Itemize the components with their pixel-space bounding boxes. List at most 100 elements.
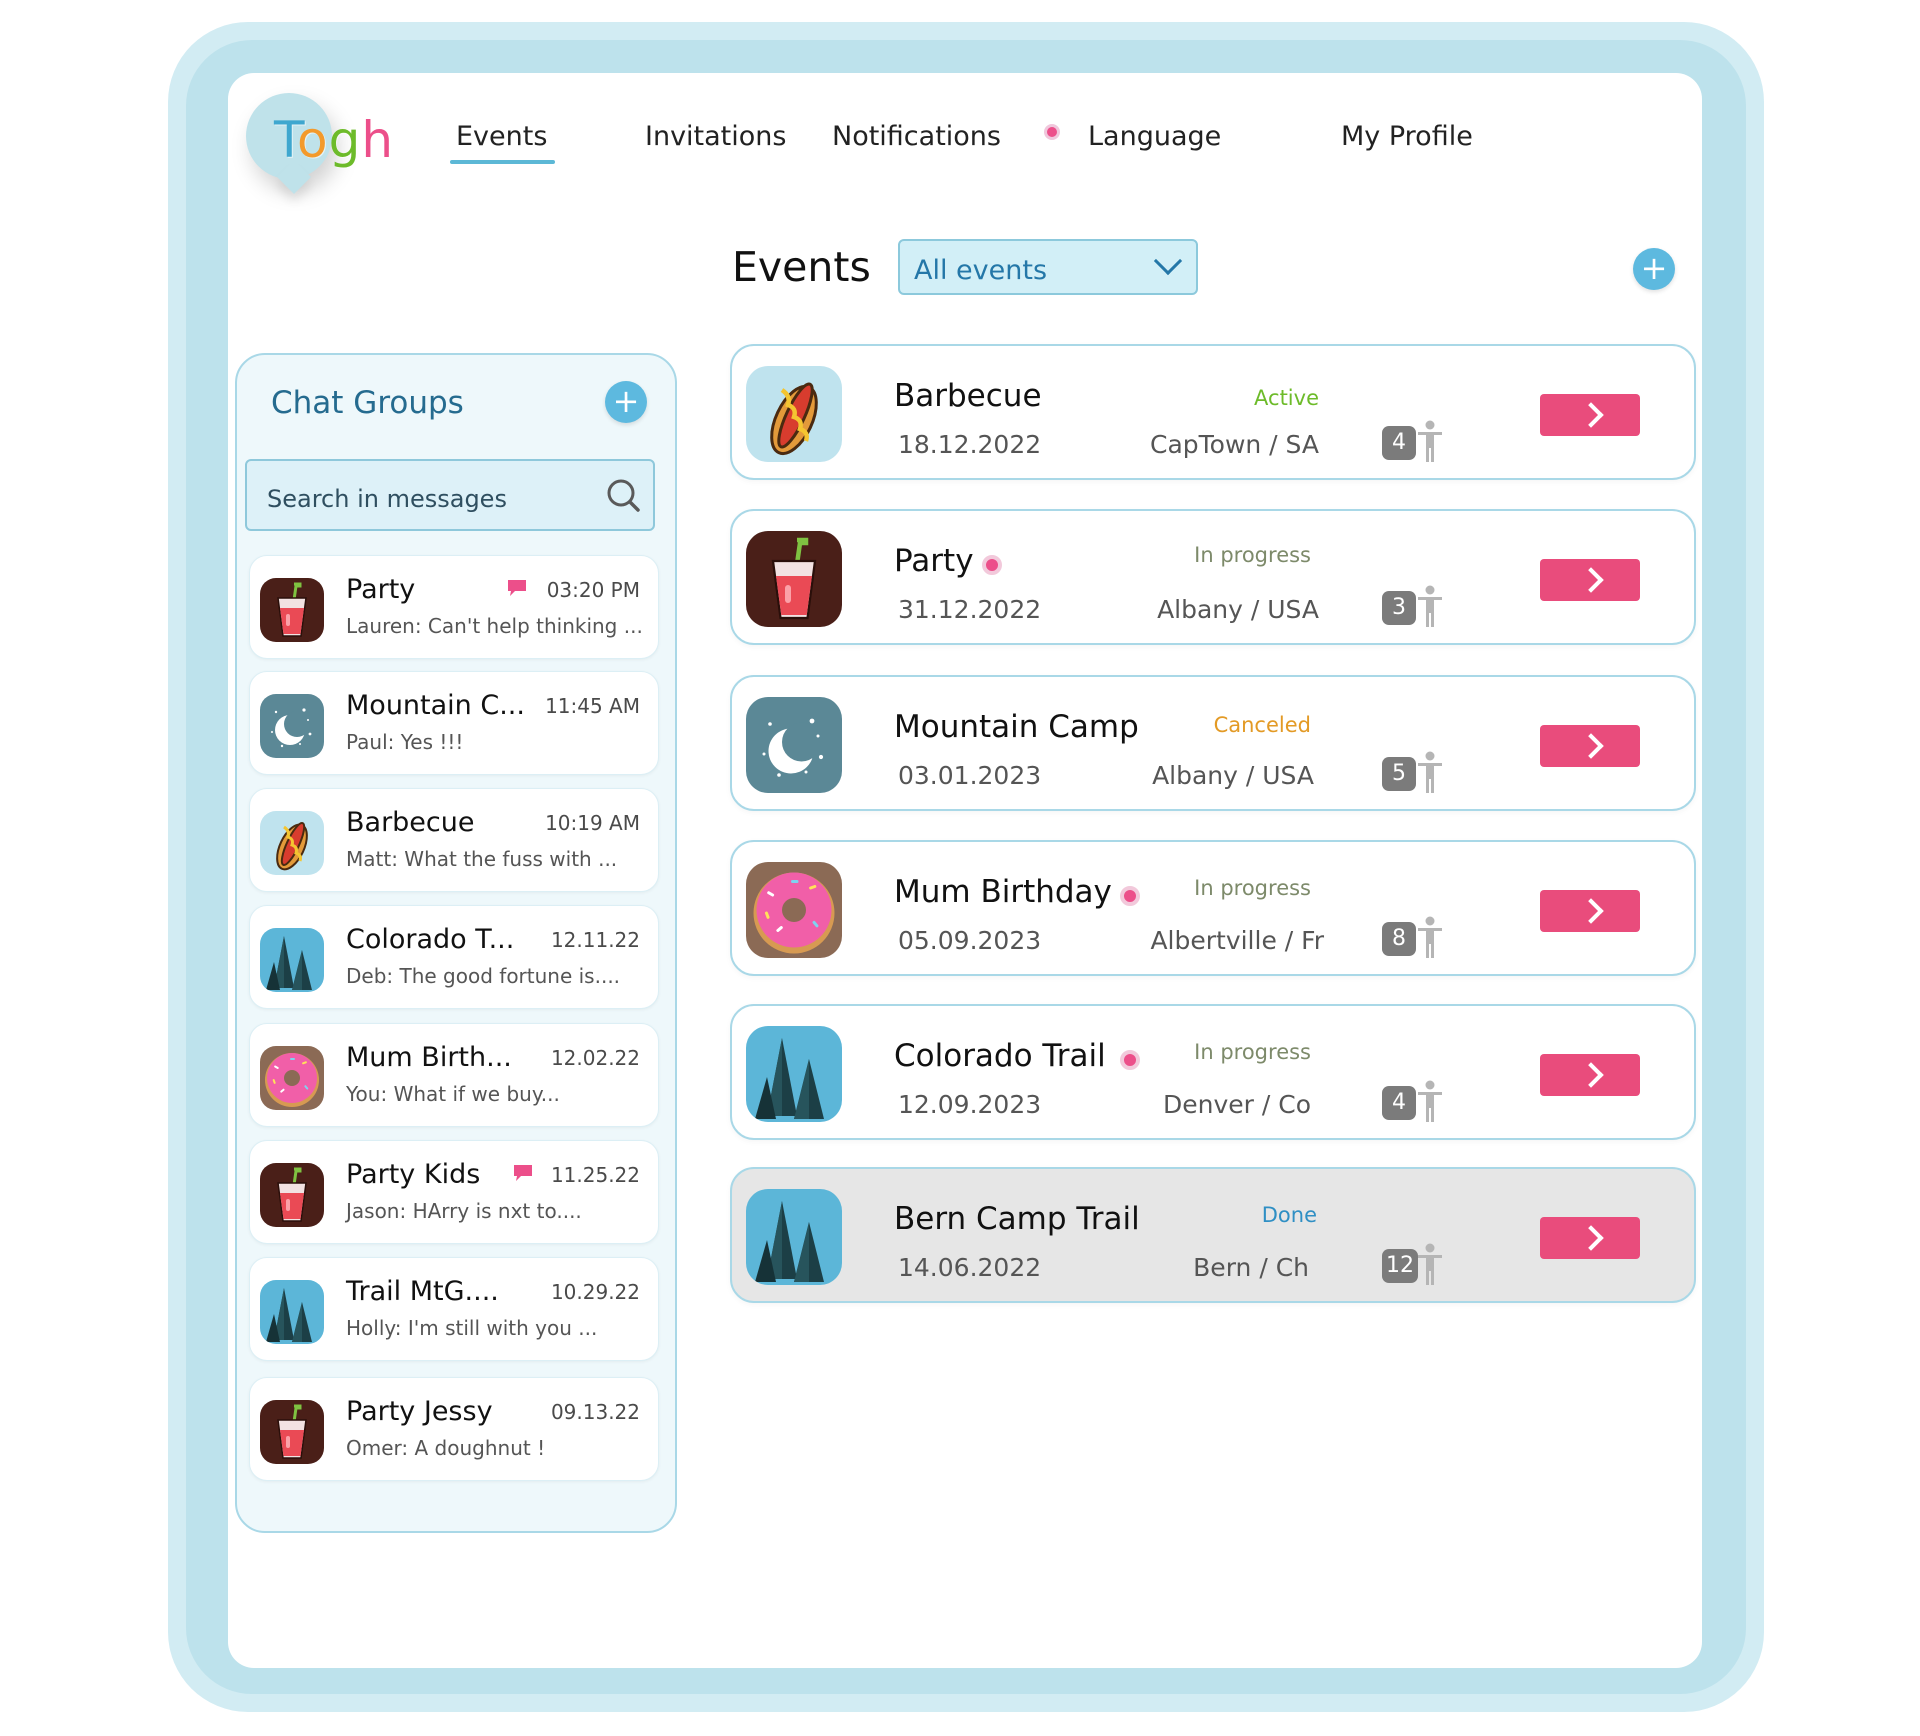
event-card[interactable]: Mum Birthday 05.09.2023 In progress Albe… [730, 840, 1696, 976]
chat-time: 09.13.22 [550, 1400, 640, 1424]
event-date: 14.06.2022 [898, 1253, 1042, 1282]
drink-icon [260, 1163, 324, 1227]
chat-preview: Omer: A doughnut ! [346, 1436, 546, 1460]
unread-message-icon [512, 1163, 534, 1183]
chat-name: Mum Birth... [346, 1042, 512, 1073]
chat-list-item[interactable]: Mum Birth... 12.02.22 You: What if we bu… [249, 1023, 659, 1127]
chat-list-item[interactable]: Mountain C... 11:45 AM Paul: Yes !!! [249, 671, 659, 775]
drink-icon [746, 531, 842, 627]
trees-icon [260, 1280, 324, 1344]
event-card[interactable]: Party 31.12.2022 In progress Albany / US… [730, 509, 1696, 645]
chat-list-item[interactable]: Party Kids 11.25.22 Jason: HArry is nxt … [249, 1140, 659, 1244]
trees-icon [746, 1026, 842, 1122]
event-date: 18.12.2022 [898, 430, 1042, 459]
event-location: CapTown / SA [1149, 430, 1319, 459]
open-event-button[interactable] [1540, 559, 1640, 601]
chat-name: Party Kids [346, 1159, 481, 1190]
participant-count: 4 [1382, 426, 1416, 460]
moon-icon [746, 697, 842, 793]
chat-time: 11.25.22 [550, 1163, 640, 1187]
open-event-button[interactable] [1540, 725, 1640, 767]
chat-name: Party [346, 574, 416, 605]
chat-time: 12.11.22 [550, 928, 640, 952]
open-event-button[interactable] [1540, 394, 1640, 436]
event-notification-dot [982, 555, 1002, 575]
event-date: 12.09.2023 [898, 1090, 1042, 1119]
event-location: Albany / USA [1157, 595, 1319, 624]
drink-icon [260, 578, 324, 642]
person-icon [1416, 751, 1444, 795]
person-icon [1416, 585, 1444, 629]
event-status: Active [1254, 386, 1319, 410]
nav-invitations[interactable]: Invitations [645, 121, 786, 152]
chat-time: 11:45 AM [545, 694, 640, 718]
chat-preview: You: What if we buy... [346, 1082, 560, 1106]
person-icon [1416, 1243, 1444, 1287]
event-location: Bern / Ch [1193, 1253, 1309, 1282]
event-status: In progress [1194, 876, 1311, 900]
event-name: Party [894, 543, 974, 579]
unread-message-icon [506, 578, 528, 598]
events-filter-value: All events [914, 255, 1048, 286]
chat-name: Barbecue [346, 807, 475, 838]
event-status: In progress [1194, 543, 1311, 567]
person-icon [1416, 420, 1444, 464]
event-name: Mum Birthday [894, 874, 1112, 910]
logo-letter: T [274, 111, 298, 169]
event-notification-dot [1120, 886, 1140, 906]
person-icon [1416, 1080, 1444, 1124]
chat-groups-title: Chat Groups [271, 385, 464, 421]
event-notification-dot [1120, 1050, 1140, 1070]
chat-list-item[interactable]: Party Jessy 09.13.22 Omer: A doughnut ! [249, 1377, 659, 1481]
event-name: Bern Camp Trail [894, 1201, 1140, 1237]
nav-language[interactable]: Language [1088, 121, 1221, 152]
notification-dot [1044, 124, 1060, 140]
events-filter-select[interactable]: All events [898, 239, 1198, 295]
chevron-down-icon [1153, 246, 1183, 276]
chat-name: Party Jessy [346, 1396, 493, 1427]
chat-list-item[interactable]: Barbecue 10:19 AM Matt: What the fuss wi… [249, 788, 659, 892]
chat-preview: Deb: The good fortune is.... [346, 964, 621, 988]
chat-preview: Holly: I'm still with you ... [346, 1316, 598, 1340]
chat-preview: Matt: What the fuss with ... [346, 847, 618, 871]
hotdog-icon [260, 811, 324, 875]
moon-icon [260, 694, 324, 758]
chat-list-item[interactable]: Colorado T... 12.11.22 Deb: The good for… [249, 905, 659, 1009]
event-date: 03.01.2023 [898, 761, 1042, 790]
add-chat-group-button[interactable]: + [605, 381, 647, 423]
event-location: Albany / USA [1152, 761, 1314, 790]
chat-preview: Jason: HArry is nxt to.... [346, 1199, 582, 1223]
chat-groups-panel: Chat Groups + Party 03:20 PM Lauren: Can… [235, 353, 677, 1533]
chat-time: 12.02.22 [550, 1046, 640, 1070]
nav-events[interactable]: Events [449, 121, 556, 164]
add-event-button[interactable]: + [1633, 248, 1675, 290]
search-input[interactable] [267, 485, 587, 513]
open-event-button[interactable] [1540, 1054, 1640, 1096]
nav-notifications[interactable]: Notifications [832, 121, 1001, 152]
event-card[interactable]: Mountain Camp 03.01.2023 Canceled Albany… [730, 675, 1696, 811]
event-card[interactable]: Colorado Trail 12.09.2023 In progress De… [730, 1004, 1696, 1140]
chat-list-item[interactable]: Trail MtG.... 10.29.22 Holly: I'm still … [249, 1257, 659, 1361]
search-icon[interactable] [603, 475, 643, 515]
event-date: 05.09.2023 [898, 926, 1042, 955]
event-card[interactable]: Bern Camp Trail 14.06.2022 Done Bern / C… [730, 1167, 1696, 1303]
logo-letter: g [328, 111, 362, 169]
logo-letter: o [297, 111, 329, 169]
trees-icon [260, 928, 324, 992]
trees-icon [746, 1189, 842, 1285]
event-location: Denver / Co [1163, 1090, 1311, 1119]
chat-preview: Paul: Yes !!! [346, 730, 464, 754]
chat-list-item[interactable]: Party 03:20 PM Lauren: Can't help thinki… [249, 555, 659, 659]
open-event-button[interactable] [1540, 1217, 1640, 1259]
nav-my-profile[interactable]: My Profile [1341, 121, 1473, 152]
chat-preview: Lauren: Can't help thinking ... [346, 614, 643, 638]
event-name: Colorado Trail [894, 1038, 1106, 1074]
chat-name: Mountain C... [346, 690, 525, 721]
event-card[interactable]: Barbecue 18.12.2022 Active CapTown / SA … [730, 344, 1696, 480]
chat-name: Colorado T... [346, 924, 515, 955]
chat-time: 10:19 AM [545, 811, 640, 835]
event-status: In progress [1194, 1040, 1311, 1064]
togh-logo[interactable]: Togh [246, 93, 393, 203]
event-status: Done [1261, 1203, 1317, 1227]
open-event-button[interactable] [1540, 890, 1640, 932]
